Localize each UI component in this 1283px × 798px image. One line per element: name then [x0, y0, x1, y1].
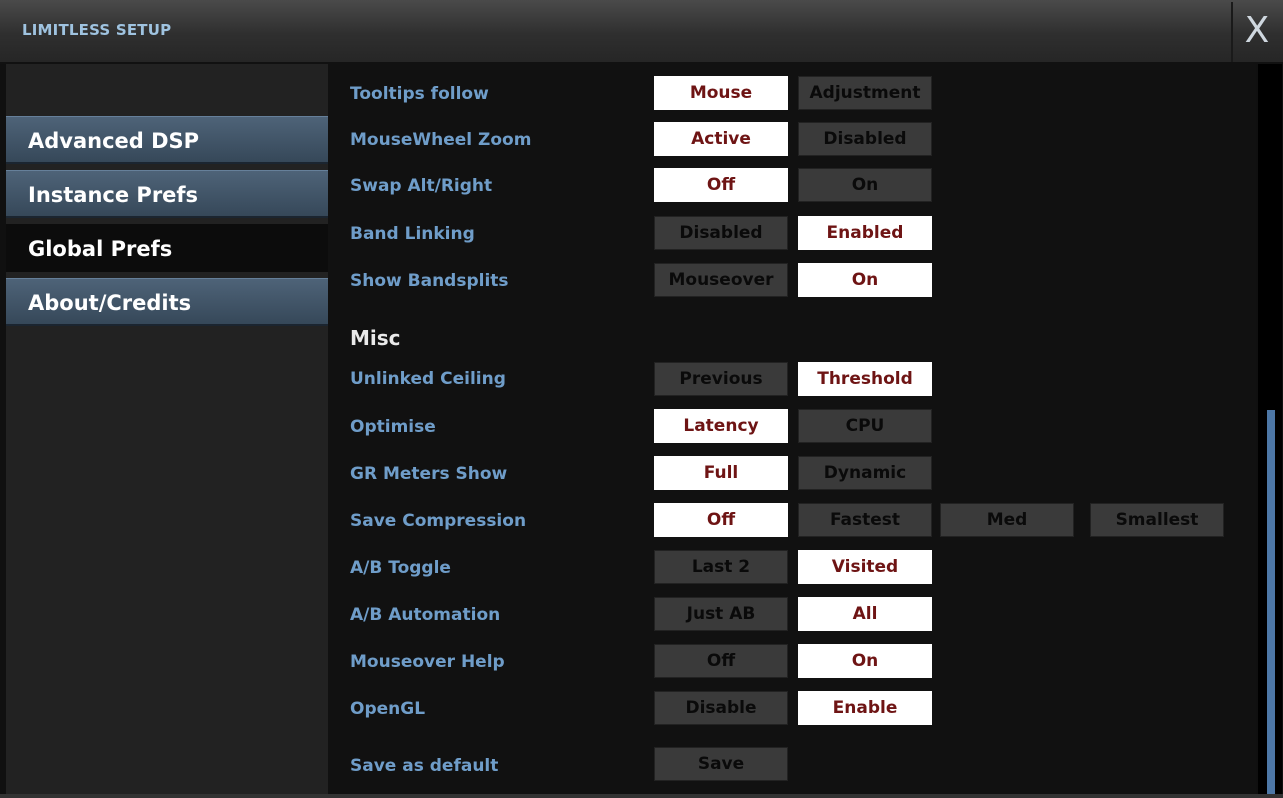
option-compression-med[interactable]: Med — [940, 503, 1074, 537]
sidebar: Advanced DSP Instance Prefs Global Prefs… — [6, 64, 328, 794]
option-compression-off[interactable]: Off — [654, 503, 788, 537]
label-mouseover-help: Mouseover Help — [350, 652, 505, 672]
sidebar-item-global-prefs[interactable]: Global Prefs — [6, 224, 328, 272]
option-opengl-disable[interactable]: Disable — [654, 691, 788, 725]
label-opengl: OpenGL — [350, 699, 426, 719]
option-tooltips-adjustment[interactable]: Adjustment — [798, 76, 932, 110]
close-button[interactable]: X — [1231, 2, 1281, 62]
option-opengl-enable[interactable]: Enable — [798, 691, 932, 725]
title-bar: LIMITLESS SETUP X — [0, 0, 1283, 64]
option-gr-full[interactable]: Full — [654, 456, 788, 490]
option-bandsplits-mouseover[interactable]: Mouseover — [654, 263, 788, 297]
label-tooltips-follow: Tooltips follow — [350, 84, 489, 104]
label-mousewheel-zoom: MouseWheel Zoom — [350, 130, 532, 150]
option-automation-just-ab[interactable]: Just AB — [654, 597, 788, 631]
sidebar-item-label: Global Prefs — [28, 237, 173, 261]
option-ceiling-threshold[interactable]: Threshold — [798, 362, 932, 396]
label-show-bandsplits: Show Bandsplits — [350, 271, 509, 291]
window-title: LIMITLESS SETUP — [22, 21, 172, 39]
option-optimise-cpu[interactable]: CPU — [798, 409, 932, 443]
sidebar-item-advanced-dsp[interactable]: Advanced DSP — [6, 116, 328, 164]
label-ab-automation: A/B Automation — [350, 605, 501, 625]
settings-panel: Tooltips follow Mouse Adjustment MouseWh… — [328, 64, 1256, 794]
sidebar-item-label: Instance Prefs — [28, 183, 199, 207]
window-border — [0, 794, 1283, 798]
option-ab-visited[interactable]: Visited — [798, 550, 932, 584]
sidebar-item-about-credits[interactable]: About/Credits — [6, 278, 328, 326]
option-band-linking-disabled[interactable]: Disabled — [654, 216, 788, 250]
option-mousewheel-active[interactable]: Active — [654, 122, 788, 156]
option-bandsplits-on[interactable]: On — [798, 263, 932, 297]
label-swap-alt-right: Swap Alt/Right — [350, 176, 493, 196]
option-ab-last2[interactable]: Last 2 — [654, 550, 788, 584]
option-optimise-latency[interactable]: Latency — [654, 409, 788, 443]
label-optimise: Optimise — [350, 417, 436, 437]
sidebar-item-label: Advanced DSP — [28, 129, 200, 153]
label-band-linking: Band Linking — [350, 224, 475, 244]
section-title-misc: Misc — [350, 326, 401, 350]
option-help-off[interactable]: Off — [654, 644, 788, 678]
option-ceiling-previous[interactable]: Previous — [654, 362, 788, 396]
sidebar-item-label: About/Credits — [28, 291, 192, 315]
option-automation-all[interactable]: All — [798, 597, 932, 631]
scrollbar-thumb[interactable] — [1267, 410, 1275, 794]
option-compression-fastest[interactable]: Fastest — [798, 503, 932, 537]
save-default-button[interactable]: Save — [654, 747, 788, 781]
option-help-on[interactable]: On — [798, 644, 932, 678]
label-unlinked-ceiling: Unlinked Ceiling — [350, 369, 506, 389]
label-save-as-default: Save as default — [350, 756, 499, 776]
label-save-compression: Save Compression — [350, 511, 527, 531]
option-compression-smallest[interactable]: Smallest — [1090, 503, 1224, 537]
sidebar-item-instance-prefs[interactable]: Instance Prefs — [6, 170, 328, 218]
option-band-linking-enabled[interactable]: Enabled — [798, 216, 932, 250]
close-icon: X — [1244, 10, 1270, 51]
option-swap-on[interactable]: On — [798, 168, 932, 202]
option-swap-off[interactable]: Off — [654, 168, 788, 202]
option-tooltips-mouse[interactable]: Mouse — [654, 76, 788, 110]
option-gr-dynamic[interactable]: Dynamic — [798, 456, 932, 490]
label-gr-meters-show: GR Meters Show — [350, 464, 508, 484]
label-ab-toggle: A/B Toggle — [350, 558, 451, 578]
option-mousewheel-disabled[interactable]: Disabled — [798, 122, 932, 156]
scrollbar[interactable] — [1258, 64, 1282, 794]
